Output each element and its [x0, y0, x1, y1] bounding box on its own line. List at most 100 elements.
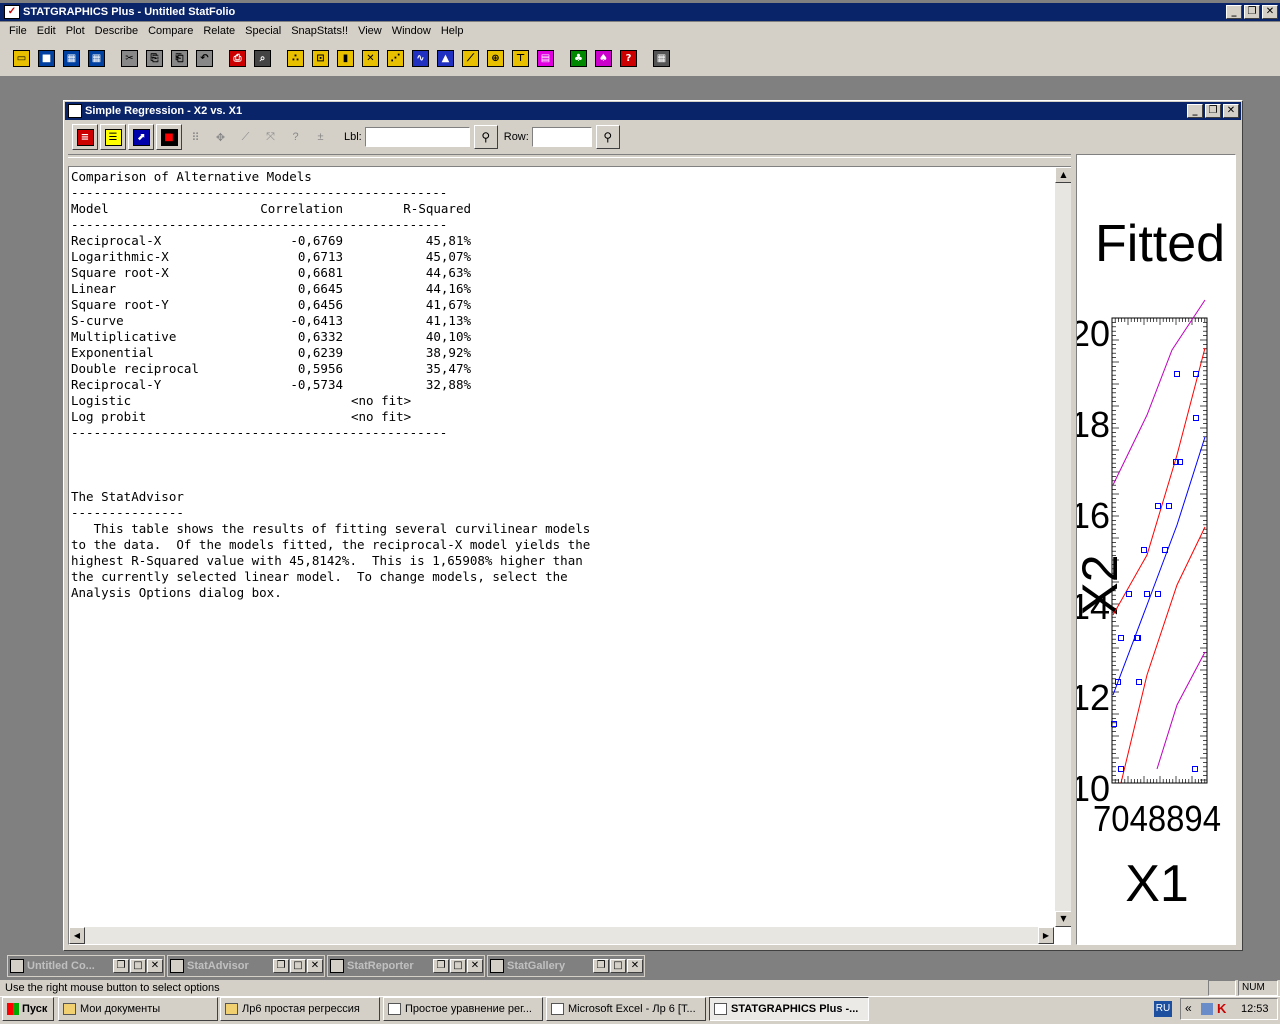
maximize-button[interactable]: □ [130, 959, 146, 973]
print-button[interactable]: ⎙ [226, 47, 249, 69]
minimize-button[interactable]: _ [1226, 5, 1242, 19]
data-grid-button[interactable]: ▦ [60, 47, 83, 69]
scatterplot-button[interactable]: ∴ [284, 47, 307, 69]
start-button[interactable]: Пуск [2, 997, 54, 1021]
lbl-find-button[interactable]: ⚲ [473, 125, 498, 149]
analysis-close-button[interactable]: ✕ [1223, 104, 1239, 118]
maximize-button[interactable]: □ [290, 959, 306, 973]
taskbar-button[interactable]: Лр6 простая регрессия [220, 997, 380, 1021]
exclude-button[interactable]: ⤧ [259, 124, 282, 150]
close-button[interactable]: ✕ [307, 959, 323, 973]
minimized-window-statreporter[interactable]: StatReporter ❐ □ ✕ [327, 955, 485, 977]
multi-scatter-button[interactable]: ✕ [359, 47, 382, 69]
minimized-window-statgallery[interactable]: StatGallery ❐ □ ✕ [487, 955, 645, 977]
lbl-input[interactable] [364, 127, 470, 147]
minimized-label: Untitled Co... [27, 960, 95, 972]
menu-window[interactable]: Window [387, 22, 436, 40]
save-results-button[interactable]: ■ [156, 124, 182, 150]
row-find-button[interactable]: ⚲ [595, 125, 620, 149]
analysis-window-title: Simple Regression - X2 vs. X1 [85, 105, 243, 117]
brush-button[interactable]: ⟋ [234, 124, 257, 150]
restore-button[interactable]: ❐ [433, 959, 449, 973]
tree-button[interactable]: ⊤ [509, 47, 532, 69]
input-dialog-button[interactable]: ≡ [72, 124, 98, 150]
taskbar-button[interactable]: Microsoft Excel - Лр 6 [Т... [546, 997, 706, 1021]
taskbar-button[interactable]: Мои документы [58, 997, 218, 1021]
close-button[interactable]: ✕ [627, 959, 643, 973]
restore-button[interactable]: ❐ [593, 959, 609, 973]
maximize-button[interactable]: □ [450, 959, 466, 973]
graph-pane[interactable]: Fitted X2 201816141210 7048894 X1 [1076, 154, 1236, 945]
menu-view[interactable]: View [353, 22, 387, 40]
report-hscrollbar[interactable]: ◀ ▶ [69, 927, 1054, 944]
analysis-window-titlebar[interactable]: Simple Regression - X2 vs. X1 _ ❐ ✕ [65, 102, 1241, 120]
menu-relate[interactable]: Relate [198, 22, 240, 40]
distribution-button[interactable]: ▲ [434, 47, 457, 69]
lower-confidence-limit [1120, 526, 1206, 784]
plot-icon: ⋰ [387, 49, 404, 67]
report-vscrollbar[interactable]: ▲ ▼ [1055, 167, 1072, 927]
maximize-button[interactable]: ❐ [1244, 5, 1260, 19]
maximize-button[interactable]: □ [610, 959, 626, 973]
save-button[interactable]: ■ [35, 47, 58, 69]
identify-button[interactable]: ? [284, 124, 307, 150]
label-points-button[interactable]: ⠿ [184, 124, 207, 150]
language-indicator[interactable]: RU [1154, 1001, 1172, 1017]
minimized-window-untitledco[interactable]: Untitled Co... ❐ □ ✕ [7, 955, 165, 977]
menu-special[interactable]: Special [240, 22, 286, 40]
help-button[interactable]: ? [617, 47, 640, 69]
model-row: Square root-Y 0,6456 41,67% [71, 297, 1056, 313]
calculator-button[interactable]: ▦ [650, 47, 673, 69]
taskbar-button[interactable]: STATGRAPHICS Plus -... [709, 997, 869, 1021]
statadvisor-button[interactable]: ♣ [567, 47, 590, 69]
menu-file[interactable]: File [4, 22, 32, 40]
close-button[interactable]: ✕ [467, 959, 483, 973]
menu-edit[interactable]: Edit [32, 22, 61, 40]
cut-button[interactable]: ✂ [118, 47, 141, 69]
box-button[interactable]: ⊡ [309, 47, 332, 69]
row-input[interactable] [531, 127, 592, 147]
report-pane[interactable]: Comparison of Alternative Models -------… [68, 166, 1073, 945]
app-titlebar[interactable]: ✓ STATGRAPHICS Plus - Untitled StatFolio… [0, 3, 1280, 21]
plot-button[interactable]: ⋰ [384, 47, 407, 69]
timeseries-button[interactable]: ∿ [409, 47, 432, 69]
tray-chevron-icon[interactable]: « [1185, 1001, 1192, 1015]
scroll-down-button[interactable]: ▼ [1055, 911, 1072, 927]
plot-frame [1111, 317, 1208, 784]
copy-button[interactable]: ⎘ [143, 47, 166, 69]
restore-button[interactable]: ❐ [113, 959, 129, 973]
menu-plot[interactable]: Plot [61, 22, 90, 40]
pane-splitter[interactable] [1071, 154, 1075, 945]
wizard-button[interactable]: ♠ [592, 47, 615, 69]
scroll-up-button[interactable]: ▲ [1055, 167, 1072, 183]
line-chart-button[interactable]: ⟋ [459, 47, 482, 69]
menu-describe[interactable]: Describe [90, 22, 143, 40]
scroll-left-button[interactable]: ◀ [69, 927, 85, 944]
close-button[interactable]: ✕ [1262, 5, 1278, 19]
restore-button[interactable]: ❐ [273, 959, 289, 973]
paste-button[interactable]: ⎗ [168, 47, 191, 69]
move-points-button[interactable]: ✥ [209, 124, 232, 150]
data-grid-icon: ▦ [63, 49, 80, 67]
glm-button[interactable]: ▤ [534, 47, 557, 69]
open-button[interactable]: ▭ [10, 47, 33, 69]
minimized-window-statadvisor[interactable]: StatAdvisor ❐ □ ✕ [167, 955, 325, 977]
tray-network-icon[interactable] [1201, 1003, 1213, 1015]
menu-help[interactable]: Help [436, 22, 469, 40]
close-button[interactable]: ✕ [147, 959, 163, 973]
undo-button[interactable]: ↶ [193, 47, 216, 69]
analysis-minimize-button[interactable]: _ [1187, 104, 1203, 118]
barchart-button[interactable]: ▮ [334, 47, 357, 69]
taskbar-button[interactable]: Простое уравнение рег... [383, 997, 543, 1021]
graphical-options-button[interactable]: ⬈ [128, 124, 154, 150]
menu-compare[interactable]: Compare [143, 22, 198, 40]
tray-kaspersky-icon[interactable]: K [1217, 1001, 1226, 1016]
analysis-maximize-button[interactable]: ❐ [1205, 104, 1221, 118]
print-preview-button[interactable]: ⌕ [251, 47, 274, 69]
zoom-button[interactable]: ± [309, 124, 332, 150]
globe-button[interactable]: ⊕ [484, 47, 507, 69]
scroll-right-button[interactable]: ▶ [1038, 927, 1054, 944]
menu-snapstats[interactable]: SnapStats!! [286, 22, 353, 40]
tabular-options-button[interactable]: ☰ [100, 124, 126, 150]
numeric-data-button[interactable]: ▦ [85, 47, 108, 69]
